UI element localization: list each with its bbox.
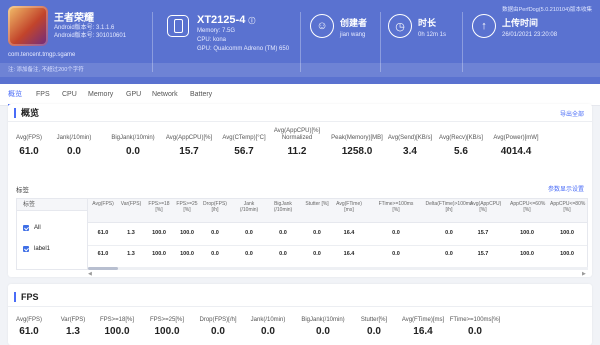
table-cell: 61.0: [97, 230, 109, 236]
duration-value: 0h 12m 1s: [418, 32, 447, 38]
table-cell: 100.0: [520, 251, 534, 257]
card-divider: [8, 121, 592, 122]
creator-label: 创建者: [340, 18, 368, 28]
upload-time-label: 上传时间: [502, 18, 539, 28]
device-cpu: CPU: kona: [197, 37, 227, 43]
fps-title: FPS: [14, 292, 39, 302]
table-column-header[interactable]: FPS>=25 [%]: [174, 201, 200, 213]
table-cell: 61.0: [97, 251, 109, 257]
row-divider: [88, 245, 587, 246]
tab-gpu[interactable]: GPU: [126, 84, 141, 106]
clock-icon: ◷: [388, 14, 412, 38]
table-cell: 100.0: [560, 230, 574, 236]
tab-fps[interactable]: FPS: [36, 84, 50, 106]
table-cell: 100.0: [180, 230, 194, 236]
table-column-header[interactable]: BigJank (/10min): [270, 201, 296, 213]
table-cell: 0.0: [313, 230, 321, 236]
table-column-header[interactable]: Avg(FTime) [ms]: [336, 201, 362, 213]
label-metrics-table: Avg(FPS) Var(FPS) FPS>=18 [%] FPS>=25 [%…: [88, 198, 588, 270]
table-column-header[interactable]: Delta(FTime)>100ms [/h]: [424, 201, 474, 213]
card-divider: [8, 306, 592, 307]
overview-title: 概览: [14, 108, 39, 118]
creator-value: jian wang: [340, 32, 366, 38]
table-cell: 15.7: [477, 230, 489, 236]
phone-icon: [167, 15, 189, 37]
table-cell: 0.0: [211, 251, 219, 257]
table-cell: 0.0: [279, 230, 287, 236]
checkbox-icon[interactable]: [23, 225, 29, 231]
table-cell: 0.0: [313, 251, 321, 257]
export-all-link[interactable]: 导出全部: [560, 109, 584, 118]
upload-time-value: 26/01/2021 23:20:08: [502, 32, 558, 38]
nav-tabs: 概览 FPS CPU Memory GPU Network Battery: [0, 84, 600, 106]
scroll-left-icon[interactable]: ◀: [88, 271, 92, 277]
device-name: XT2125-4 ⓘ: [197, 14, 256, 26]
table-column-header[interactable]: Avg(AppCPU) [%]: [470, 201, 501, 213]
device-memory: Memory: 7.5G: [197, 28, 236, 34]
fps-metric-ftime100: FTime>=100ms[%] 0.0: [449, 317, 501, 337]
checkbox-icon[interactable]: [23, 246, 29, 252]
table-cell: 0.0: [392, 251, 400, 257]
table-cell: 0.0: [279, 251, 287, 257]
table-cell: 100.0: [152, 230, 166, 236]
label-column-header: 标签: [17, 199, 87, 211]
table-cell: 0.0: [245, 251, 253, 257]
table-cell: 100.0: [560, 251, 574, 257]
duration-label: 时长: [418, 18, 437, 28]
table-cell: 100.0: [180, 251, 194, 257]
column-settings-link[interactable]: 参数显示设置: [548, 184, 584, 193]
tab-memory[interactable]: Memory: [88, 84, 113, 106]
app-package: com.tencent.tmgp.sgame: [8, 52, 76, 58]
table-column-header[interactable]: Var(FPS): [118, 201, 144, 207]
tab-overview[interactable]: 概览: [8, 84, 22, 106]
label-row-all[interactable]: All: [23, 225, 41, 231]
perfdog-version-note: 数据由PerfDog(5.0.210104)版本收集: [502, 7, 592, 13]
table-column-header[interactable]: Stutter [%]: [304, 201, 330, 207]
table-cell: 0.0: [445, 251, 453, 257]
table-scrollbar[interactable]: [88, 267, 588, 270]
table-header: Avg(FPS) Var(FPS) FPS>=18 [%] FPS>=25 [%…: [88, 199, 587, 223]
table-column-header[interactable]: AppCPU<=80% [%]: [550, 201, 585, 213]
android-code: Android版本号: 301010601: [54, 33, 127, 39]
tab-network[interactable]: Network: [152, 84, 178, 106]
table-column-header[interactable]: Drop(FPS) [/h]: [202, 201, 228, 213]
fps-card: FPS Avg(FPS) 61.0 Var(FPS) 1.3 FPS>=18[%] 1…: [8, 284, 592, 345]
metric-avg-power: Avg(Power)[mW] 4014.4: [493, 135, 539, 157]
tab-battery[interactable]: Battery: [190, 84, 212, 106]
report-header: 王者荣耀 Android版本号: 3.1.1.6 Android版本号: 301…: [0, 0, 600, 84]
table-cell: 1.3: [127, 230, 135, 236]
table-column-header[interactable]: AppCPU<=60% [%]: [510, 201, 545, 213]
scroll-right-icon[interactable]: ▶: [582, 271, 586, 277]
table-column-header[interactable]: FPS>=18 [%]: [146, 201, 172, 213]
table-cell: 100.0: [520, 230, 534, 236]
info-icon: ⓘ: [248, 18, 256, 25]
table-column-header[interactable]: FTime>=100ms [%]: [376, 201, 416, 213]
notice-bar: [0, 63, 600, 77]
table-column-header[interactable]: Jank (/10min): [236, 201, 262, 213]
label-row-label1[interactable]: label1: [23, 246, 50, 252]
table-cell: 0.0: [445, 230, 453, 236]
label-section-title: 标签: [16, 187, 29, 194]
tab-cpu[interactable]: CPU: [62, 84, 77, 106]
table-cell: 0.0: [211, 230, 219, 236]
user-icon: ☺: [310, 14, 334, 38]
table-column-header[interactable]: Avg(FPS): [90, 201, 116, 207]
label-column: 标签 All label1: [16, 198, 88, 270]
overview-card: 概览 导出全部 Avg(FPS) 61.0 Jank(/10min) 0.0 Big…: [8, 104, 592, 277]
table-cell: 1.3: [127, 251, 135, 257]
table-cell: 100.0: [152, 251, 166, 257]
device-gpu: GPU: Qualcomm Adreno (TM) 650: [197, 46, 290, 52]
table-cell: 0.0: [245, 230, 253, 236]
upload-icon: ↑: [472, 14, 496, 38]
table-cell: 16.4: [343, 251, 355, 257]
app-icon: [8, 6, 48, 46]
table-cell: 15.7: [477, 251, 489, 257]
table-cell: 16.4: [343, 230, 355, 236]
notice-input[interactable]: 注: 添加备注, 不超过200个字符: [8, 65, 84, 73]
table-cell: 0.0: [392, 230, 400, 236]
table-scrollbar-thumb[interactable]: [88, 267, 118, 270]
